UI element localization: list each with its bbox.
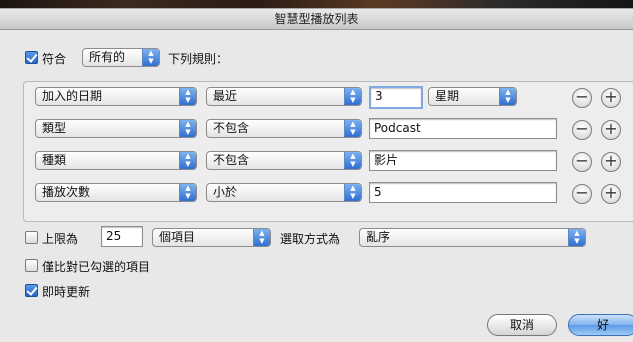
add-rule-button[interactable]: + — [601, 184, 621, 204]
rule-field-value: 加入的日期 — [42, 89, 103, 103]
rule-field-popup[interactable]: 加入的日期 ▲ ▼ — [35, 87, 197, 106]
updown-chevron-icon: ▲ ▼ — [344, 120, 361, 137]
updown-chevron-icon: ▲ ▼ — [499, 88, 516, 105]
smart-playlist-dialog: 智慧型播放列表 符合 所有的 ▲ ▼ 下列規則： 加入的日期 ▲ ▼ 最近 ▲ ▼ 3… — [0, 8, 633, 342]
limit-value-field[interactable]: 25 — [101, 226, 143, 247]
checked-only-checkbox[interactable] — [25, 259, 38, 272]
rule-field-popup[interactable]: 種類 ▲ ▼ — [35, 151, 197, 170]
rule-value-field[interactable]: 影片 — [369, 150, 557, 171]
limit-unit-popup[interactable]: 個項目 ▲ ▼ — [152, 228, 271, 247]
remove-rule-button[interactable]: − — [572, 120, 592, 140]
rule-operator-value: 不包含 — [213, 153, 250, 167]
match-scope-popup[interactable]: 所有的 ▲ ▼ — [82, 48, 160, 67]
rule-operator-value: 最近 — [213, 89, 238, 103]
rule-field-popup[interactable]: 類型 ▲ ▼ — [35, 119, 197, 138]
add-rule-button[interactable]: + — [601, 152, 621, 172]
dialog-title: 智慧型播放列表 — [0, 9, 633, 30]
match-suffix-label: 下列規則： — [168, 52, 229, 66]
remove-rule-button[interactable]: − — [572, 184, 592, 204]
rule-field-popup[interactable]: 播放次數 ▲ ▼ — [35, 183, 197, 202]
match-scope-value: 所有的 — [89, 50, 126, 64]
updown-chevron-icon: ▲ ▼ — [179, 120, 196, 137]
updown-chevron-icon: ▲ ▼ — [179, 152, 196, 169]
rule-field-value: 種類 — [42, 153, 67, 167]
rule-unit-value: 星期 — [435, 89, 460, 103]
updown-chevron-icon: ▲ ▼ — [253, 229, 270, 246]
remove-rule-button[interactable]: − — [572, 88, 592, 108]
remove-rule-button[interactable]: − — [572, 152, 592, 172]
cancel-button[interactable]: 取消 — [487, 314, 557, 336]
limit-unit-value: 個項目 — [159, 230, 196, 244]
rule-operator-popup[interactable]: 不包含 ▲ ▼ — [206, 151, 362, 170]
live-update-label: 即時更新 — [42, 285, 91, 299]
rule-field-value: 類型 — [42, 121, 67, 135]
updown-chevron-icon: ▲ ▼ — [344, 88, 361, 105]
match-label: 符合 — [42, 52, 67, 66]
limit-checkbox[interactable] — [25, 231, 38, 244]
updown-chevron-icon: ▲ ▼ — [344, 184, 361, 201]
rule-field-value: 播放次數 — [42, 185, 91, 199]
ok-button[interactable]: 好 — [568, 314, 633, 336]
updown-chevron-icon: ▲ ▼ — [344, 152, 361, 169]
rule-value-field[interactable]: 5 — [369, 182, 557, 203]
rule-operator-popup[interactable]: 不包含 ▲ ▼ — [206, 119, 362, 138]
rule-operator-value: 不包含 — [213, 121, 250, 135]
checked-only-label: 僅比對已勾選的項目 — [42, 260, 151, 274]
rule-value-field[interactable]: 3 — [369, 86, 423, 109]
rule-operator-value: 小於 — [213, 185, 238, 199]
rule-unit-popup[interactable]: 星期 ▲ ▼ — [428, 87, 517, 106]
add-rule-button[interactable]: + — [601, 88, 621, 108]
updown-chevron-icon: ▲ ▼ — [142, 49, 159, 66]
select-by-value: 亂序 — [366, 230, 391, 244]
select-by-popup[interactable]: 亂序 ▲ ▼ — [359, 228, 586, 247]
select-by-label: 選取方式為 — [280, 232, 341, 246]
rule-value-field[interactable]: Podcast — [369, 118, 557, 139]
live-update-checkbox[interactable] — [25, 284, 38, 297]
updown-chevron-icon: ▲ ▼ — [179, 88, 196, 105]
add-rule-button[interactable]: + — [601, 120, 621, 140]
limit-label: 上限為 — [42, 232, 79, 246]
updown-chevron-icon: ▲ ▼ — [568, 229, 585, 246]
rule-operator-popup[interactable]: 小於 ▲ ▼ — [206, 183, 362, 202]
updown-chevron-icon: ▲ ▼ — [179, 184, 196, 201]
match-checkbox[interactable] — [25, 51, 38, 64]
rule-operator-popup[interactable]: 最近 ▲ ▼ — [206, 87, 362, 106]
